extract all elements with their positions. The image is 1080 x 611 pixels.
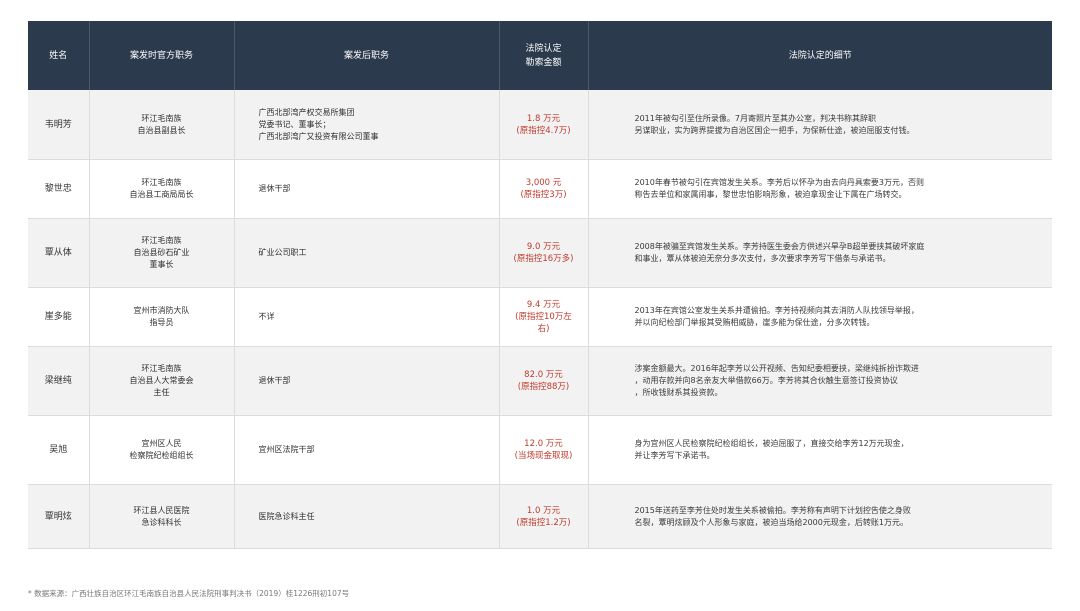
row-post-position: 退休干部 [234, 346, 500, 416]
table-body: 韦明芳 环江毛南族 自治县副县长 广西北部湾产权交易所集团 党委书记、董事长； … [28, 90, 1052, 549]
row-official-position: 环江毛南族 自治县工商局局长 [89, 159, 235, 219]
row-amount: 3,000 元 (原指控3万) [499, 159, 589, 219]
table-row: 吴旭 宜州区人民 检察院纪检组组长 宜州区法院干部 12.0 万元 (当场现金取… [28, 415, 1052, 485]
row-name: 崖多能 [28, 287, 90, 347]
row-post-position: 矿业公司职工 [234, 218, 500, 288]
row-name: 覃从体 [28, 218, 90, 288]
row-official-position: 环江毛南族 自治县人大常委会 主任 [89, 346, 235, 416]
row-details: 2013年在宾馆公室发生关系并遭偷拍。李芳持视频向其去消防人队找领导举报， 并以… [588, 287, 1052, 347]
row-official-position: 环江县人民医院 急诊科科长 [89, 484, 235, 549]
row-details: 2015年送药至李芳住处时发生关系被偷拍。李芳称有声明下计划控告使之身败 名裂，… [588, 484, 1052, 549]
row-post-position: 退休干部 [234, 159, 500, 219]
row-amount: 82.0 万元 (原指控88万) [499, 346, 589, 416]
table-row: 梁继纯 环江毛南族 自治县人大常委会 主任 退休干部 82.0 万元 (原指控8… [28, 346, 1052, 416]
row-name: 吴旭 [28, 415, 90, 485]
row-amount: 9.4 万元 (原指控10万左右) [499, 287, 589, 347]
header-post-position: 案发后职务 [234, 21, 500, 90]
header-name: 姓名 [28, 21, 90, 90]
row-amount: 9.0 万元 (原指控16万多) [499, 218, 589, 288]
row-official-position: 宜州市消防大队 指导员 [89, 287, 235, 347]
row-name: 梁继纯 [28, 346, 90, 416]
table-row: 覃从体 环江毛南族 自治县砂石矿业 董事长 矿业公司职工 9.0 万元 (原指控… [28, 218, 1052, 288]
case-table: 姓名 案发时官方职务 案发后职务 法院认定 勒索金额 法院认定的细节 韦明芳 环… [28, 21, 1052, 549]
header-row: 姓名 案发时官方职务 案发后职务 法院认定 勒索金额 法院认定的细节 [28, 21, 1052, 90]
row-details: 涉案金额最大。2016年起李芳以公开视频、告知纪委相要挟，梁继纯拆扮诈欺进 ，动… [588, 346, 1052, 416]
header-amount: 法院认定 勒索金额 [499, 21, 589, 90]
header-official-position: 案发时官方职务 [89, 21, 235, 90]
row-post-position: 不详 [234, 287, 500, 347]
table-row: 韦明芳 环江毛南族 自治县副县长 广西北部湾产权交易所集团 党委书记、董事长； … [28, 90, 1052, 160]
row-official-position: 环江毛南族 自治县砂石矿业 董事长 [89, 218, 235, 288]
row-name: 黎世忠 [28, 159, 90, 219]
row-name: 覃明炫 [28, 484, 90, 549]
row-amount: 12.0 万元 (当场现金取现) [499, 415, 589, 485]
source-note: * 数据来源：广西壮族自治区环江毛南族自治县人民法院刑事判决书（2019）桂12… [28, 589, 350, 598]
table-row: 覃明炫 环江县人民医院 急诊科科长 医院急诊科主任 1.0 万元 (原指控1.2… [28, 484, 1052, 549]
row-amount: 1.8 万元 (原指控4.7万) [499, 90, 589, 160]
row-official-position: 宜州区人民 检察院纪检组组长 [89, 415, 235, 485]
row-details: 2008年被骗至宾馆发生关系。李芳持医生委会方供述兴旱孕B超单要挟其破坏家庭 和… [588, 218, 1052, 288]
row-amount: 1.0 万元 (原指控1.2万) [499, 484, 589, 549]
row-post-position: 医院急诊科主任 [234, 484, 500, 549]
row-official-position: 环江毛南族 自治县副县长 [89, 90, 235, 160]
table-header: 姓名 案发时官方职务 案发后职务 法院认定 勒索金额 法院认定的细节 [28, 21, 1052, 90]
case-table-container: 姓名 案发时官方职务 案发后职务 法院认定 勒索金额 法院认定的细节 韦明芳 环… [28, 21, 1052, 549]
row-details: 2011年被勾引至住所录像。7月寄照片至其办公室，判决书称其辞职 另谋职业，实为… [588, 90, 1052, 160]
table-row: 黎世忠 环江毛南族 自治县工商局局长 退休干部 3,000 元 (原指控3万) … [28, 159, 1052, 219]
row-post-position: 广西北部湾产权交易所集团 党委书记、董事长； 广西北部湾广又投资有限公司董事 [234, 90, 500, 160]
row-post-position: 宜州区法院干部 [234, 415, 500, 485]
header-details: 法院认定的细节 [588, 21, 1052, 90]
row-details: 身为宜州区人民检察院纪检组组长，被迫屈服了，直接交给李芳12万元现金， 并让李芳… [588, 415, 1052, 485]
table-row: 崖多能 宜州市消防大队 指导员 不详 9.4 万元 (原指控10万左右) 201… [28, 287, 1052, 347]
row-name: 韦明芳 [28, 90, 90, 160]
row-details: 2010年春节被勾引在宾馆发生关系。李芳后以怀孕为由去向丹具索要3万元，否则 称… [588, 159, 1052, 219]
